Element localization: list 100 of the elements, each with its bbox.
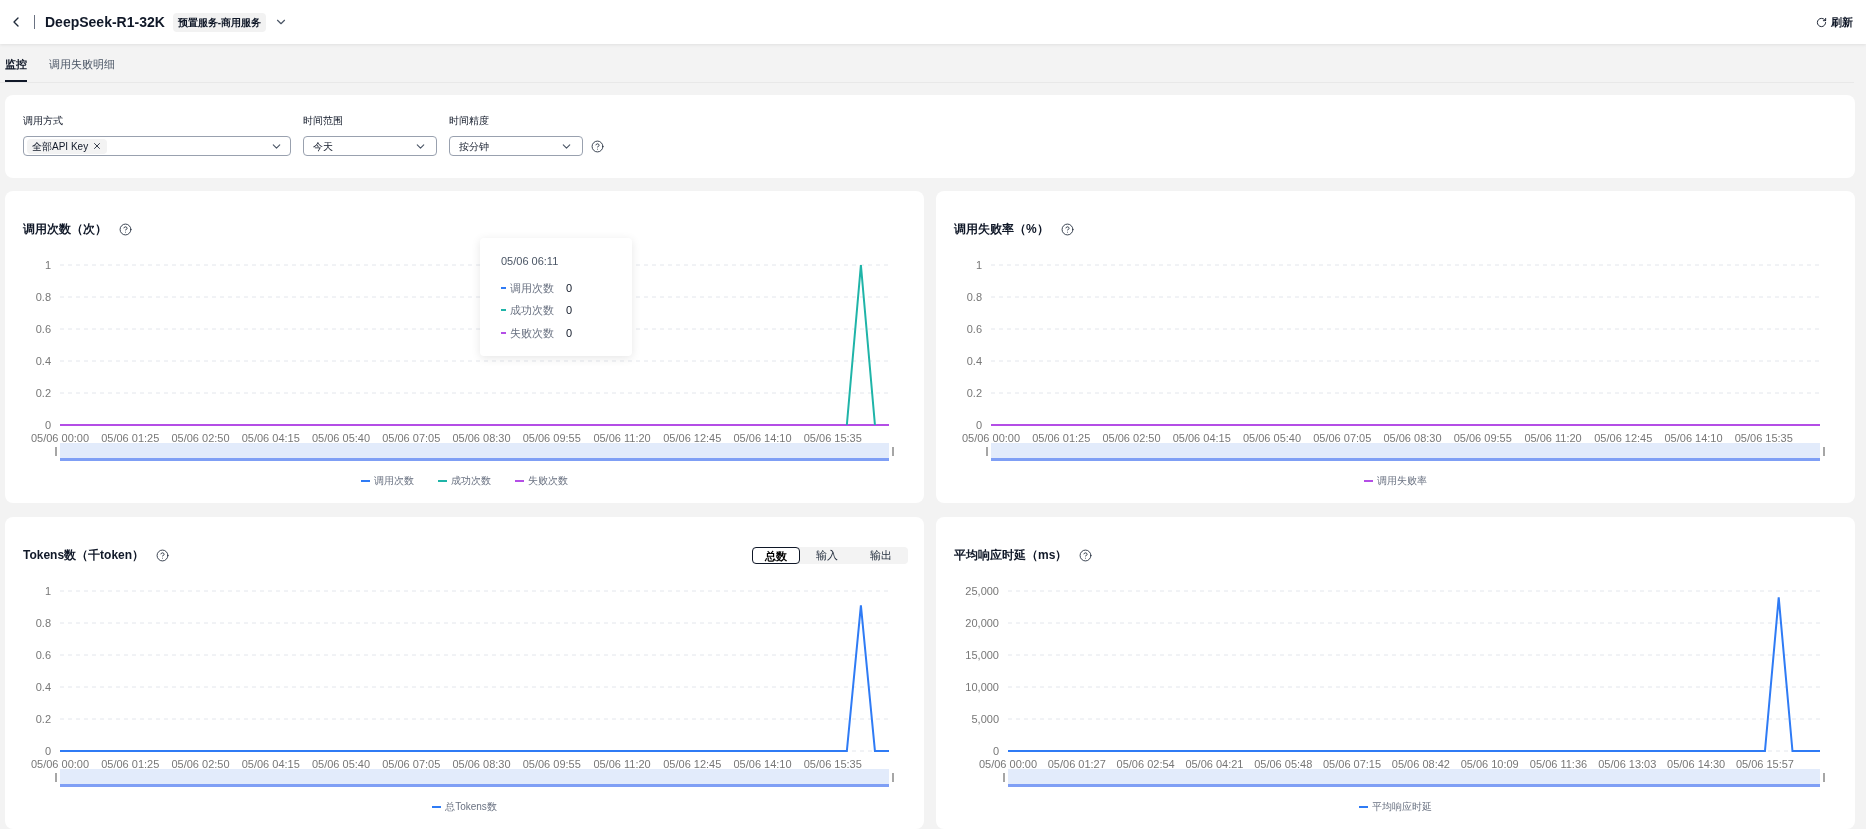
select-field[interactable]: 今天 bbox=[303, 136, 437, 156]
axis-label: 05/06 00:00 bbox=[30, 758, 90, 770]
segment-tab[interactable]: 输入 bbox=[800, 546, 854, 564]
help-icon[interactable] bbox=[1079, 548, 1093, 562]
axis-label: 05/06 14:10 bbox=[733, 432, 792, 444]
axis-label: 05/06 05:40 bbox=[311, 432, 371, 444]
axis-label: 05/06 11:36 bbox=[1529, 758, 1588, 770]
axis-label: 1 bbox=[44, 585, 51, 597]
range-slider[interactable] bbox=[986, 443, 1825, 461]
axis-label: 05/06 02:50 bbox=[171, 758, 230, 770]
axis-label: 05/06 00:00 bbox=[961, 432, 1021, 444]
axis-label: 05/06 12:45 bbox=[663, 758, 722, 770]
range-slider[interactable] bbox=[1003, 769, 1825, 787]
axis-label: 0.6 bbox=[35, 649, 51, 661]
axis-label: 0.4 bbox=[966, 355, 982, 367]
filter-label: 时间范围 bbox=[303, 114, 344, 128]
axis-label: 05/06 07:05 bbox=[382, 432, 441, 444]
axis-label: 0 bbox=[44, 745, 51, 757]
legend-label[interactable]: 失败次数 bbox=[528, 473, 568, 488]
chart-title: 平均响应时延（ms） bbox=[954, 547, 1068, 564]
chart-title: 调用次数（次） bbox=[23, 221, 107, 238]
axis-label: 0.6 bbox=[35, 323, 51, 335]
axis-label: 0.2 bbox=[966, 387, 982, 399]
legend-label[interactable]: 平均响应时延 bbox=[1372, 799, 1432, 814]
axis-label: 05/06 09:55 bbox=[1453, 432, 1512, 444]
api-key-select[interactable]: 全部API Key bbox=[23, 136, 291, 156]
axis-label: 10,000 bbox=[965, 681, 999, 693]
tooltip-value: 0 bbox=[566, 303, 573, 318]
refresh-icon bbox=[1816, 16, 1827, 28]
axis-label: 05/06 15:35 bbox=[803, 432, 862, 444]
legend-label[interactable]: 成功次数 bbox=[451, 473, 491, 488]
axis-label: 25,000 bbox=[965, 585, 999, 597]
tooltip-label: 失败次数 bbox=[510, 325, 554, 341]
axis-label: 05/06 07:15 bbox=[1323, 758, 1382, 770]
axis-label: 0 bbox=[44, 419, 51, 431]
axis-label: 0.2 bbox=[35, 713, 51, 725]
axis-label: 05/06 01:25 bbox=[101, 758, 160, 770]
tab[interactable]: 调用失败明细 bbox=[49, 55, 115, 82]
segment-tab[interactable]: 总数 bbox=[752, 546, 800, 564]
legend-label[interactable]: 调用失败率 bbox=[1377, 473, 1427, 488]
axis-label: 0 bbox=[992, 745, 999, 757]
axis-label: 05/06 14:10 bbox=[1664, 432, 1723, 444]
axis-label: 05/06 05:40 bbox=[1242, 432, 1302, 444]
axis-label: 15,000 bbox=[965, 649, 999, 661]
filter-label: 时间精度 bbox=[449, 114, 490, 128]
axis-label: 05/06 11:20 bbox=[1524, 432, 1582, 444]
axis-label: 05/06 04:15 bbox=[241, 758, 300, 770]
help-icon[interactable] bbox=[156, 548, 170, 562]
selected-tag: 全部API Key bbox=[27, 138, 108, 154]
tab[interactable]: 监控 bbox=[5, 55, 27, 82]
select-field[interactable]: 按分钟 bbox=[449, 136, 583, 156]
axis-label: 05/06 00:00 bbox=[978, 758, 1038, 770]
chart-title: Tokens数（千token） bbox=[23, 547, 145, 564]
help-icon[interactable] bbox=[119, 222, 132, 236]
axis-label: 05/06 04:15 bbox=[1172, 432, 1231, 444]
axis-label: 05/06 11:20 bbox=[593, 432, 651, 444]
range-slider[interactable] bbox=[55, 769, 894, 787]
axis-label: 05/06 08:30 bbox=[1383, 432, 1442, 444]
axis-label: 05/06 07:05 bbox=[382, 758, 441, 770]
axis-label: 05/06 02:50 bbox=[171, 432, 230, 444]
axis-label: 20,000 bbox=[965, 617, 999, 629]
filter-label: 调用方式 bbox=[23, 114, 64, 128]
axis-label: 05/06 05:40 bbox=[311, 758, 371, 770]
legend-label[interactable]: 调用次数 bbox=[374, 473, 414, 488]
axis-label: 0.8 bbox=[966, 291, 982, 303]
range-slider[interactable] bbox=[55, 443, 894, 461]
help-icon[interactable] bbox=[1060, 222, 1074, 236]
segment-tab[interactable]: 输出 bbox=[854, 546, 908, 564]
axis-label: 05/06 15:35 bbox=[1734, 432, 1793, 444]
page-title: DeepSeek-R1-32K bbox=[45, 12, 165, 32]
refresh-button[interactable]: 刷新 bbox=[1816, 13, 1853, 31]
tooltip-label: 调用次数 bbox=[510, 280, 554, 296]
axis-label: 1 bbox=[975, 259, 982, 271]
axis-label: 05/06 09:55 bbox=[522, 432, 581, 444]
axis-label: 05/06 01:27 bbox=[1047, 758, 1106, 770]
axis-label: 05/06 08:42 bbox=[1391, 758, 1450, 770]
axis-label: 05/06 04:21 bbox=[1185, 758, 1244, 770]
axis-label: 05/06 02:50 bbox=[1102, 432, 1161, 444]
axis-label: 05/06 11:20 bbox=[593, 758, 651, 770]
tooltip-title: 05/06 06:11 bbox=[501, 254, 560, 269]
legend-label[interactable]: 总Tokens数 bbox=[445, 799, 497, 814]
tooltip-value: 0 bbox=[566, 280, 573, 296]
service-tag: 预置服务-商用服务 bbox=[172, 12, 267, 32]
axis-label: 05/06 08:30 bbox=[452, 758, 511, 770]
axis-label: 0.4 bbox=[35, 355, 51, 367]
axis-label: 0.8 bbox=[35, 617, 51, 629]
axis-label: 05/06 15:35 bbox=[803, 758, 862, 770]
axis-label: 0 bbox=[975, 419, 982, 431]
axis-label: 05/06 00:00 bbox=[30, 432, 90, 444]
help-icon[interactable] bbox=[591, 139, 604, 153]
close-icon[interactable] bbox=[92, 141, 103, 151]
axis-label: 0.8 bbox=[35, 291, 51, 303]
axis-label: 05/06 01:25 bbox=[101, 432, 160, 444]
axis-label: 0.6 bbox=[966, 323, 982, 335]
axis-label: 0.4 bbox=[35, 681, 51, 693]
axis-label: 05/06 01:25 bbox=[1032, 432, 1091, 444]
axis-label: 05/06 14:30 bbox=[1667, 758, 1726, 770]
axis-label: 05/06 12:45 bbox=[1594, 432, 1653, 444]
axis-label: 05/06 05:48 bbox=[1254, 758, 1313, 770]
chart-title: 调用失败率（%） bbox=[954, 221, 1049, 238]
